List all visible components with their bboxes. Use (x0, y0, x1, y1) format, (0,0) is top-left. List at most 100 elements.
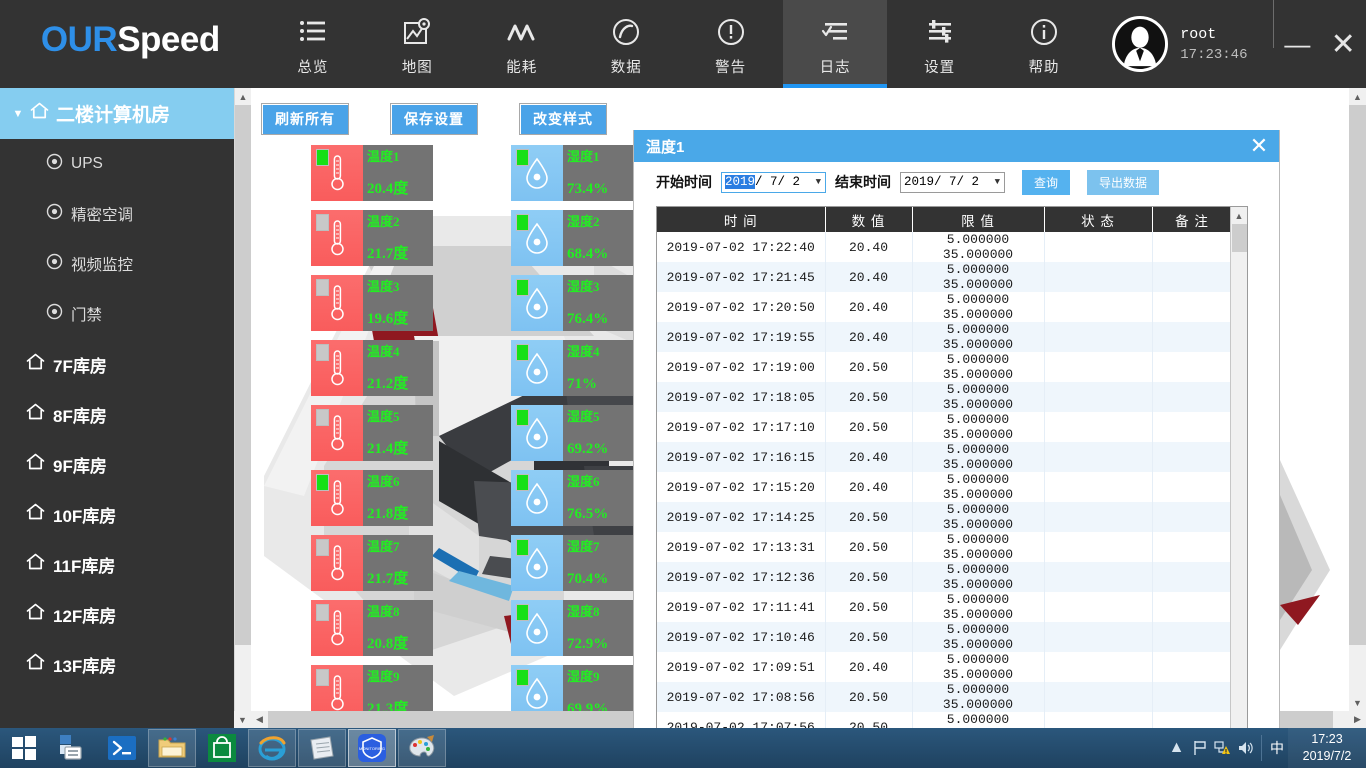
sidebar-item-8f-warehouse[interactable]: 8F库房 (0, 389, 234, 439)
sidebar-item-video-surveillance[interactable]: 视频监控 (0, 239, 234, 289)
table-vertical-scrollbar[interactable]: ▲ (1230, 207, 1247, 760)
sensor-widget-humidity-3[interactable]: 湿度3 76.4% (511, 275, 633, 331)
table-row[interactable]: 2019-07-02 17:11:41 20.50 5.000000 35.0000… (657, 592, 1233, 622)
powershell-icon[interactable] (98, 729, 146, 767)
query-button[interactable]: 查询 (1022, 169, 1071, 195)
folder-icon[interactable] (148, 729, 196, 767)
nav-tab-data[interactable]: 数据 (574, 0, 678, 88)
table-row[interactable]: 2019-07-02 17:19:55 20.40 5.000000 35.0000… (657, 322, 1233, 352)
scroll-down-icon[interactable]: ▼ (234, 711, 251, 728)
start-button[interactable] (0, 728, 48, 768)
table-row[interactable]: 2019-07-02 17:13:31 20.50 5.000000 35.0000… (657, 532, 1233, 562)
sensor-widget-humidity-4[interactable]: 湿度4 71% (511, 340, 633, 396)
table-row[interactable]: 2019-07-02 17:19:00 20.50 5.000000 35.0000… (657, 352, 1233, 382)
sensor-widget-temperature-3[interactable]: 温度3 19.6度 (311, 275, 433, 331)
close-button[interactable]: ✕ (1320, 0, 1366, 88)
sidebar-item-13f-warehouse[interactable]: 13F库房 (0, 639, 234, 689)
column-header-time[interactable]: 时 间 (657, 207, 826, 232)
end-date-input[interactable]: 2019/ 7/ 2 ▼ (900, 171, 1005, 193)
sidebar-scroll-thumb[interactable] (235, 105, 252, 645)
ie-icon[interactable] (248, 729, 296, 767)
sensor-widget-humidity-7[interactable]: 湿度7 70.4% (511, 535, 633, 591)
table-row[interactable]: 2019-07-02 17:10:46 20.50 5.000000 35.0000… (657, 622, 1233, 652)
nav-tab-overview[interactable]: 总览 (261, 0, 365, 88)
scroll-up-icon[interactable]: ▲ (1349, 88, 1366, 105)
dialog-close-button[interactable]: ✕ (1239, 130, 1279, 162)
scroll-down-icon[interactable]: ▼ (1349, 694, 1366, 711)
sidebar-item-precision-ac[interactable]: 精密空调 (0, 189, 234, 239)
table-row[interactable]: 2019-07-02 17:14:25 20.50 5.000000 35.0000… (657, 502, 1233, 532)
table-row[interactable]: 2019-07-02 17:09:51 20.40 5.000000 35.0000… (657, 652, 1233, 682)
main-vertical-scrollbar[interactable]: ▲ ▼ (1349, 88, 1366, 711)
show-hidden-icon[interactable]: ▲ (1165, 739, 1188, 757)
scroll-up-icon[interactable]: ▲ (235, 88, 251, 105)
sidebar-item-ups[interactable]: UPS (0, 139, 234, 189)
sensor-widget-temperature-1[interactable]: 温度1 20.4度 (311, 145, 433, 201)
table-row[interactable]: 2019-07-02 17:12:36 20.50 5.000000 35.0000… (657, 562, 1233, 592)
scroll-up-icon[interactable]: ▲ (1231, 207, 1247, 224)
sensor-widget-temperature-5[interactable]: 温度5 21.4度 (311, 405, 433, 461)
sidebar-item-11f-warehouse[interactable]: 11F库房 (0, 539, 234, 589)
sidebar-item-10f-warehouse[interactable]: 10F库房 (0, 489, 234, 539)
nav-tab-alerts[interactable]: 警告 (678, 0, 782, 88)
table-row[interactable]: 2019-07-02 17:17:10 20.50 5.000000 35.0000… (657, 412, 1233, 442)
start-date-input[interactable]: 2019/ 7/ 2 ▼ (721, 171, 826, 193)
main-scroll-thumb[interactable] (1349, 105, 1366, 645)
shield-monitoring-icon[interactable]: MONITORING (348, 729, 396, 767)
scroll-left-icon[interactable]: ◀ (251, 711, 268, 728)
table-row[interactable]: 2019-07-02 17:21:45 20.40 5.000000 35.0000… (657, 262, 1233, 292)
action-center-icon[interactable] (1188, 740, 1211, 756)
volume-icon[interactable] (1234, 740, 1257, 756)
nav-tab-settings[interactable]: 设置 (887, 0, 991, 88)
sensor-widget-temperature-4[interactable]: 温度4 21.2度 (311, 340, 433, 396)
server-manager-icon[interactable] (48, 729, 96, 767)
network-warning-icon[interactable] (1211, 740, 1234, 756)
table-row[interactable]: 2019-07-02 17:15:20 20.40 5.000000 35.0000… (657, 472, 1233, 502)
sidebar-scrollbar[interactable]: ▲ ▼ (234, 88, 252, 728)
save-settings-button[interactable]: 保存设置 (390, 103, 478, 135)
sensor-widget-humidity-2[interactable]: 湿度2 68.4% (511, 210, 633, 266)
column-header-value[interactable]: 数 值 (825, 207, 913, 232)
chevron-down-icon[interactable]: ▼ (816, 173, 821, 192)
nav-tab-log[interactable]: 日志 (782, 0, 888, 88)
nav-tab-energy[interactable]: 能耗 (470, 0, 574, 88)
sensor-widget-humidity-5[interactable]: 湿度5 69.2% (511, 405, 633, 461)
chevron-down-icon[interactable]: ▼ (995, 173, 1000, 192)
table-row[interactable]: 2019-07-02 17:18:05 20.50 5.000000 35.0000… (657, 382, 1233, 412)
chevron-down-icon[interactable]: ▼ (8, 108, 28, 120)
change-style-button[interactable]: 改变样式 (519, 103, 607, 135)
scroll-right-icon[interactable]: ▶ (1349, 711, 1366, 728)
table-row[interactable]: 2019-07-02 17:20:50 20.40 5.000000 35.0000… (657, 292, 1233, 322)
table-scroll-thumb[interactable] (1232, 224, 1247, 252)
table-row[interactable]: 2019-07-02 17:16:15 20.40 5.000000 35.0000… (657, 442, 1233, 472)
store-icon[interactable] (198, 729, 246, 767)
sensor-widget-temperature-2[interactable]: 温度2 21.7度 (311, 210, 433, 266)
ime-indicator[interactable]: 中 (1266, 738, 1288, 758)
sidebar-item-9f-warehouse[interactable]: 9F库房 (0, 439, 234, 489)
nav-tab-help[interactable]: 帮助 (992, 0, 1096, 88)
column-header-status[interactable]: 状 态 (1044, 207, 1153, 232)
user-block[interactable]: root 17:23:46 (1112, 0, 1247, 88)
sidebar-item-12f-warehouse[interactable]: 12F库房 (0, 589, 234, 639)
sensor-widget-temperature-7[interactable]: 温度7 21.7度 (311, 535, 433, 591)
table-row[interactable]: 2019-07-02 17:22:40 20.40 5.000000 35.0000… (657, 232, 1233, 262)
sensor-widget-humidity-6[interactable]: 湿度6 76.5% (511, 470, 633, 526)
export-data-button[interactable]: 导出数据 (1087, 169, 1160, 195)
sensor-name: 温度8 (367, 604, 400, 619)
sensor-widget-temperature-6[interactable]: 温度6 21.8度 (311, 470, 433, 526)
sidebar-item-7f-warehouse[interactable]: 7F库房 (0, 339, 234, 389)
table-row[interactable]: 2019-07-02 17:08:56 20.50 5.000000 35.0000… (657, 682, 1233, 712)
paint-icon[interactable] (398, 729, 446, 767)
sidebar-item-access-control[interactable]: 门禁 (0, 289, 234, 339)
nav-tab-map[interactable]: 地图 (365, 0, 469, 88)
sensor-widget-humidity-1[interactable]: 湿度1 73.4% (511, 145, 633, 201)
column-header-note[interactable]: 备 注 (1152, 207, 1233, 232)
refresh-all-button[interactable]: 刷新所有 (261, 103, 349, 135)
column-header-limit[interactable]: 限 值 (912, 207, 1045, 232)
sensor-widget-temperature-8[interactable]: 温度8 20.8度 (311, 600, 433, 656)
minimize-button[interactable]: — (1274, 0, 1320, 88)
sensor-widget-humidity-8[interactable]: 湿度8 72.9% (511, 600, 633, 656)
taskbar-clock[interactable]: 17:23 2019/7/2 (1288, 728, 1366, 768)
sidebar-item-second-floor-computer-room[interactable]: ▼ 二楼计算机房 (0, 88, 234, 139)
notepad-icon[interactable] (298, 729, 346, 767)
